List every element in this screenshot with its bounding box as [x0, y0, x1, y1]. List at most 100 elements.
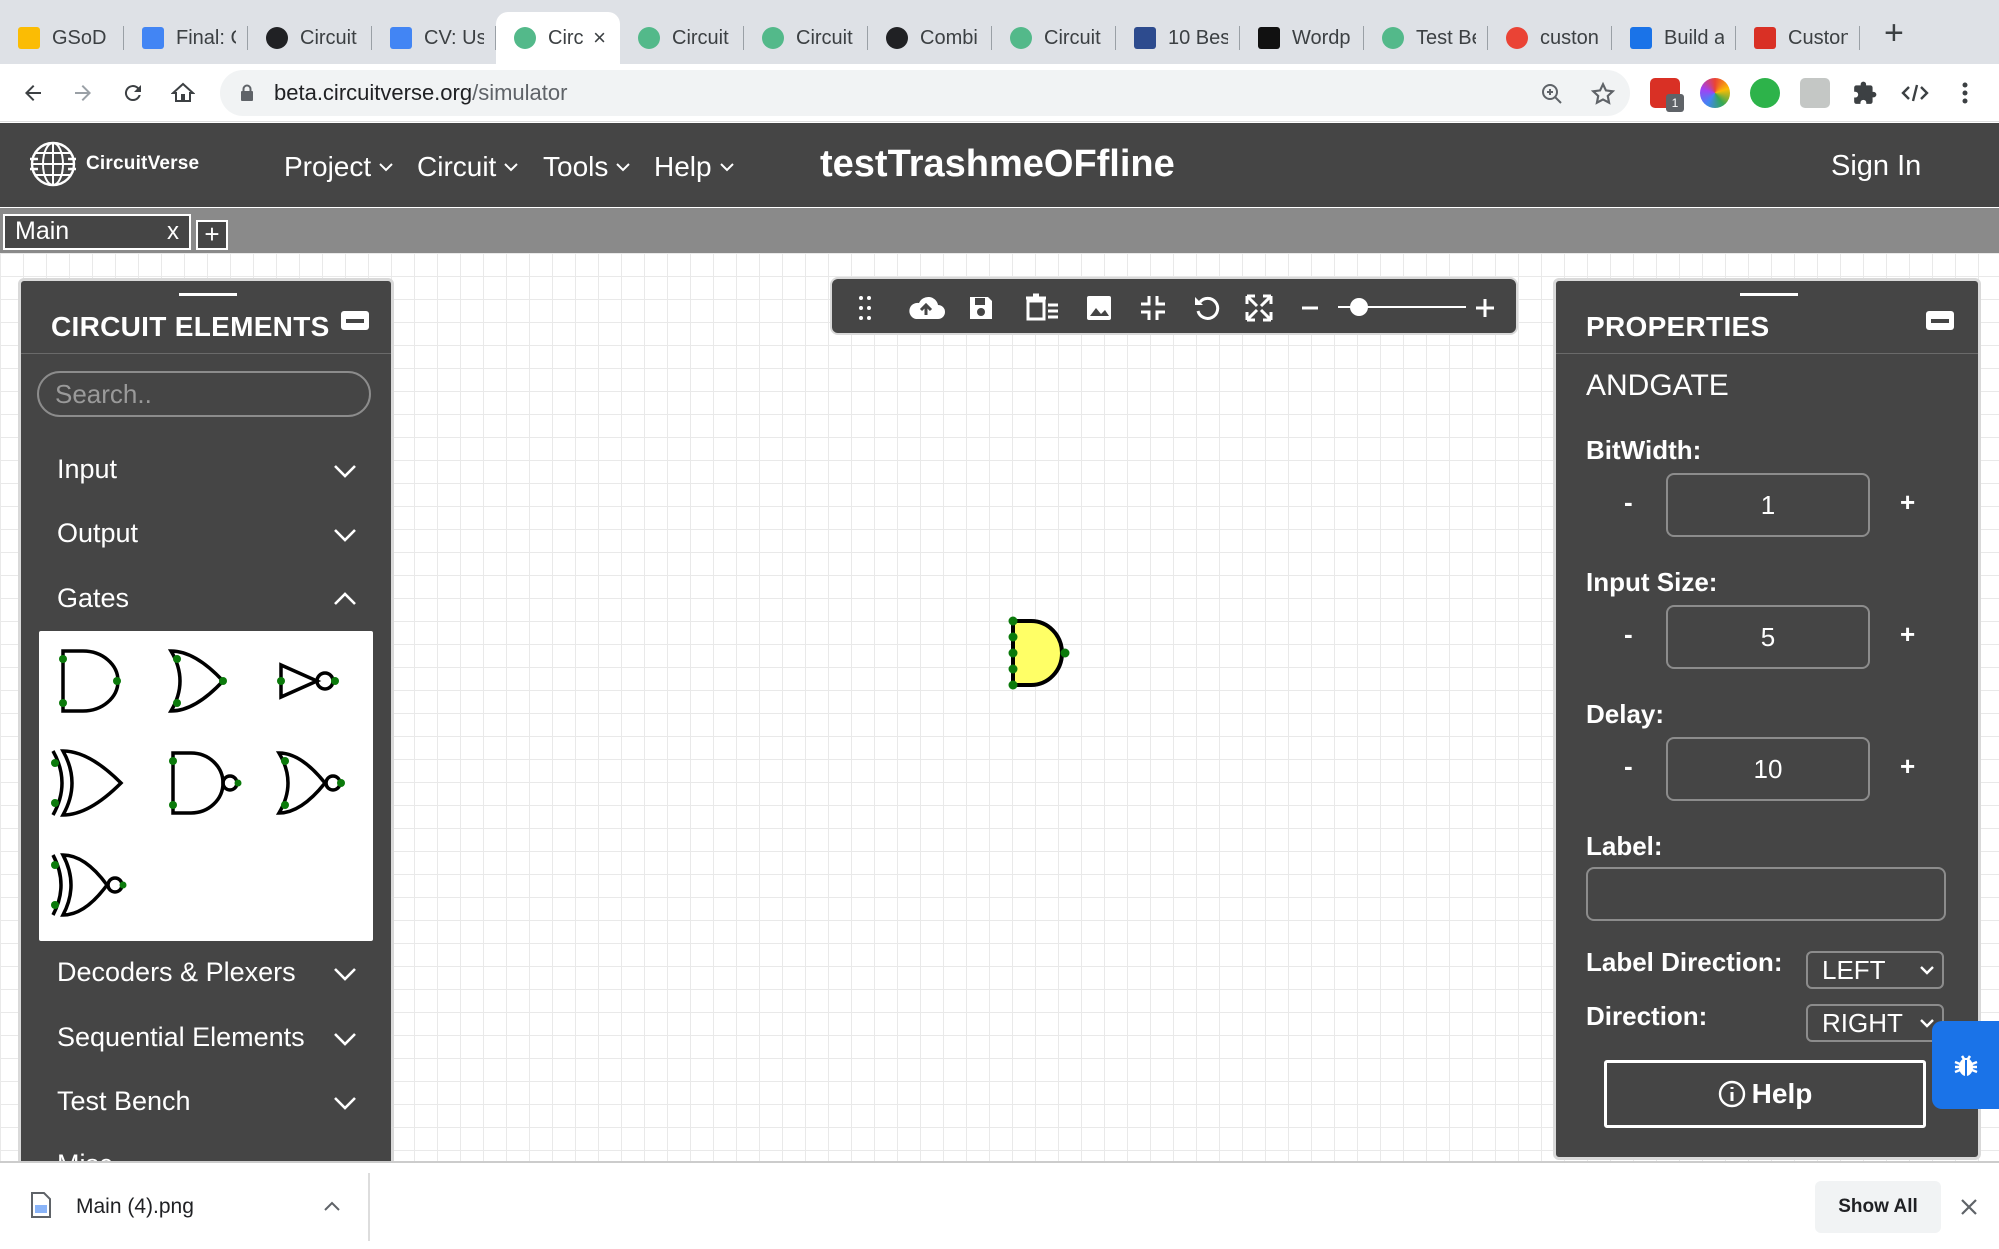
help-button[interactable]: Help: [1604, 1060, 1926, 1128]
delay-input[interactable]: 10: [1666, 737, 1870, 801]
browser-tab[interactable]: Combi: [868, 12, 992, 64]
panel-drag-handle[interactable]: [1740, 293, 1798, 296]
zoom-out-icon[interactable]: [1298, 293, 1322, 323]
category-test-bench[interactable]: Test Bench: [57, 1086, 191, 1117]
browser-tab[interactable]: Custon: [1736, 12, 1860, 64]
zoom-in-icon[interactable]: [1472, 293, 1498, 323]
browser-tab[interactable]: Final: C: [124, 12, 248, 64]
browser-tab[interactable]: Circuit: [620, 12, 744, 64]
delay-increment[interactable]: +: [1900, 751, 1915, 782]
or-gate-icon[interactable]: [163, 641, 243, 721]
project-title[interactable]: testTrashmeOFfline: [820, 143, 1175, 186]
browser-tab[interactable]: Wordp: [1240, 12, 1364, 64]
browser-tab[interactable]: Build a: [1612, 12, 1736, 64]
bitwidth-decrement[interactable]: -: [1624, 487, 1633, 518]
browser-tab[interactable]: CV: Us: [372, 12, 496, 64]
reload-icon[interactable]: [116, 76, 150, 110]
evernote-extension-icon[interactable]: [1750, 78, 1780, 108]
cloud-upload-icon[interactable]: [906, 293, 946, 323]
delete-selected-icon[interactable]: [1024, 293, 1060, 323]
direction-select[interactable]: RIGHT: [1806, 1004, 1944, 1042]
xnor-gate-icon[interactable]: [49, 845, 129, 925]
xor-gate-icon[interactable]: [49, 743, 129, 823]
home-icon[interactable]: [166, 76, 200, 110]
category-input[interactable]: Input: [57, 454, 117, 485]
panel-drag-handle[interactable]: [179, 293, 237, 296]
menu-project[interactable]: Project: [284, 151, 393, 183]
browser-tab[interactable]: Circuit: [992, 12, 1116, 64]
element-search-input[interactable]: Search..: [37, 371, 371, 417]
color-picker-extension-icon[interactable]: [1700, 78, 1730, 108]
and-gate-on-canvas[interactable]: [1003, 611, 1073, 695]
input-size-increment[interactable]: +: [1900, 619, 1915, 650]
extension-gray-icon[interactable]: [1800, 78, 1830, 108]
chevron-up-icon[interactable]: [324, 1201, 340, 1211]
save-icon[interactable]: [966, 293, 996, 323]
download-divider: [368, 1173, 370, 1241]
menu-circuit[interactable]: Circuit: [417, 151, 519, 183]
chevron-down-icon[interactable]: [333, 464, 357, 478]
input-size-input[interactable]: 5: [1666, 605, 1870, 669]
bitwidth-label: BitWidth:: [1586, 435, 1702, 465]
browser-tab[interactable]: Circuit: [248, 12, 372, 64]
minimize-icon[interactable]: [341, 311, 369, 330]
category-output[interactable]: Output: [57, 518, 138, 549]
downloaded-file-name[interactable]: Main (4).png: [76, 1195, 194, 1219]
drag-handle-icon[interactable]: [850, 293, 880, 323]
menu-help[interactable]: Help: [654, 151, 734, 183]
category-sequential-elements[interactable]: Sequential Elements: [57, 1022, 305, 1053]
input-size-decrement[interactable]: -: [1624, 619, 1633, 650]
extensions-puzzle-icon[interactable]: [1848, 76, 1882, 110]
close-tab-icon[interactable]: ×: [593, 25, 606, 51]
bitwidth-input[interactable]: 1: [1666, 473, 1870, 537]
chevron-up-icon[interactable]: [333, 592, 357, 606]
nor-gate-icon[interactable]: [273, 743, 353, 823]
category-decoders-plexers[interactable]: Decoders & Plexers: [57, 957, 296, 988]
browser-tab[interactable]: 10 Bes: [1116, 12, 1240, 64]
new-tab-button[interactable]: +: [1884, 16, 1904, 50]
chevron-down-icon[interactable]: [333, 967, 357, 981]
fit-to-screen-icon[interactable]: [1138, 293, 1168, 323]
fullscreen-icon[interactable]: [1244, 293, 1274, 323]
kebab-menu-icon[interactable]: [1948, 76, 1982, 110]
not-gate-icon[interactable]: [273, 641, 353, 721]
circuitverse-logo[interactable]: CircuitVerse: [28, 139, 199, 189]
chevron-down-icon[interactable]: [333, 1096, 357, 1110]
delay-decrement[interactable]: -: [1624, 751, 1633, 782]
browser-tab[interactable]: Circuit: [744, 12, 868, 64]
download-image-icon[interactable]: [1084, 293, 1114, 323]
show-all-downloads-button[interactable]: Show All: [1815, 1181, 1941, 1233]
chevron-down-icon[interactable]: [333, 1032, 357, 1046]
close-tab-button[interactable]: x: [167, 217, 179, 247]
minimize-icon[interactable]: [1926, 311, 1954, 330]
calendar-extension-icon[interactable]: 1: [1650, 78, 1684, 112]
close-icon[interactable]: [1960, 1198, 1978, 1216]
circuit-tab-main[interactable]: Main x: [3, 214, 191, 250]
address-bar[interactable]: beta.circuitverse.org/simulator: [220, 70, 1630, 116]
report-bug-button[interactable]: [1932, 1021, 1999, 1109]
sign-in-link[interactable]: Sign In: [1831, 150, 1921, 183]
back-icon[interactable]: [16, 76, 50, 110]
chevron-down-icon[interactable]: [333, 528, 357, 542]
bitwidth-increment[interactable]: +: [1900, 487, 1915, 518]
category-gates[interactable]: Gates: [57, 583, 129, 614]
browser-tab[interactable]: GSoD: [0, 12, 124, 64]
bookmark-star-icon[interactable]: [1590, 81, 1616, 107]
chevron-down-icon: [1920, 966, 1934, 975]
devtools-code-icon[interactable]: [1898, 76, 1932, 110]
nand-gate-icon[interactable]: [163, 743, 243, 823]
browser-toolbar: beta.circuitverse.org/simulator 1: [0, 64, 1999, 122]
browser-tab[interactable]: Test Be: [1364, 12, 1488, 64]
forward-icon[interactable]: [66, 76, 100, 110]
add-circuit-tab-button[interactable]: +: [196, 220, 228, 250]
label-input[interactable]: [1586, 867, 1946, 921]
undo-icon[interactable]: [1192, 293, 1222, 323]
chevron-down-icon: [616, 162, 631, 171]
menu-tools[interactable]: Tools: [543, 151, 631, 183]
and-gate-icon[interactable]: [53, 641, 133, 721]
browser-tab[interactable]: custon: [1488, 12, 1612, 64]
zoom-icon[interactable]: [1540, 82, 1564, 106]
zoom-slider-knob[interactable]: [1350, 298, 1368, 316]
browser-tab[interactable]: Circ ×: [496, 12, 620, 64]
label-direction-select[interactable]: LEFT: [1806, 951, 1944, 989]
